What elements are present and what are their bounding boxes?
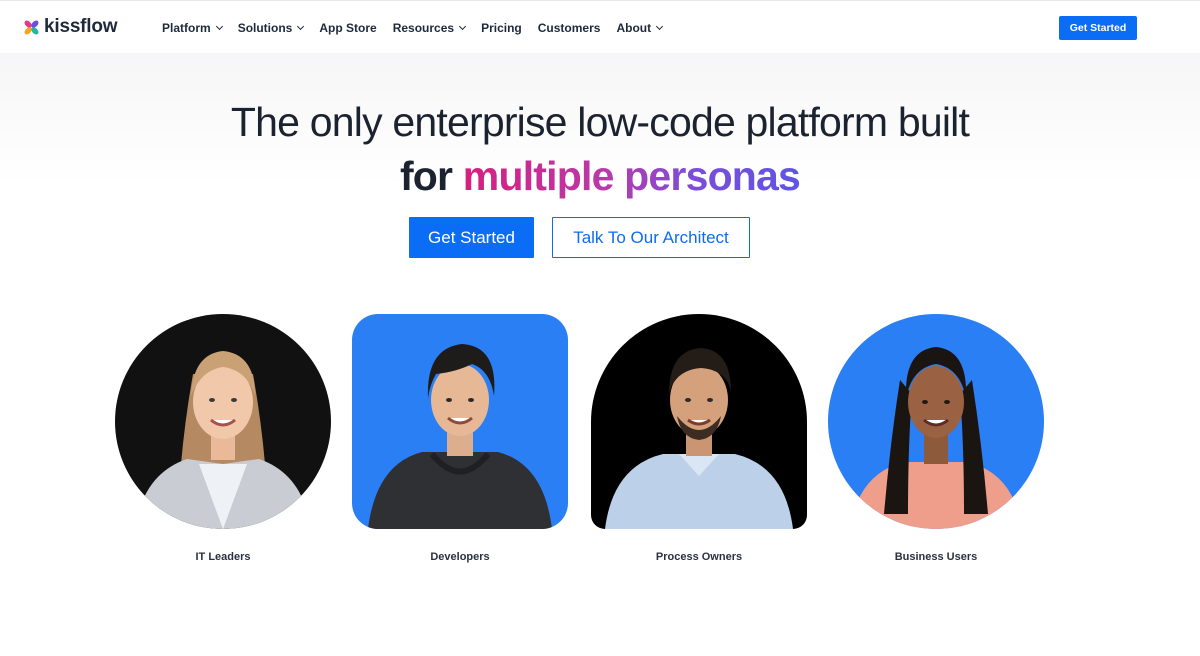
persona-label-developers: Developers — [430, 551, 490, 563]
kissflow-logo[interactable]: kissflow — [23, 16, 118, 37]
man-shirt-portrait-illustration — [605, 348, 793, 529]
nav-item-customers[interactable]: Customers — [538, 21, 601, 35]
woman-portrait-illustration — [135, 351, 311, 529]
main-nav: Platform Solutions App Store Resources P… — [162, 19, 678, 37]
nav-item-label: Pricing — [481, 21, 522, 35]
hero-headline-line-1: The only enterprise low-code platform bu… — [230, 99, 970, 145]
woman-braids-portrait-illustration — [850, 347, 1022, 529]
nav-item-about[interactable]: About — [616, 21, 664, 35]
persona-image-developers[interactable] — [352, 314, 568, 529]
nav-item-label: About — [616, 21, 652, 35]
nav-item-label: Customers — [537, 21, 601, 35]
top-navigation-bar: kissflow Platform Solutions App Store Re… — [0, 0, 1200, 53]
nav-item-label: Resources — [392, 21, 455, 35]
brand-name: kissflow — [44, 16, 118, 37]
nav-item-platform[interactable]: Platform — [162, 21, 223, 35]
talk-to-architect-button[interactable]: Talk To Our Architect — [552, 217, 750, 258]
chevron-down-icon — [459, 22, 467, 31]
persona-label-process-owners: Process Owners — [655, 551, 743, 563]
chevron-down-icon — [215, 22, 223, 31]
headline-highlight: multiple personas — [462, 153, 801, 199]
headline-prefix: for — [399, 153, 463, 199]
nav-item-pricing[interactable]: Pricing — [481, 21, 522, 35]
persona-image-it-leaders[interactable] — [115, 314, 331, 529]
chevron-down-icon — [656, 22, 664, 31]
kissflow-logo-icon — [24, 20, 39, 34]
nav-item-resources[interactable]: Resources — [392, 21, 467, 35]
hero-get-started-button[interactable]: Get Started — [409, 217, 534, 258]
nav-item-label: Solutions — [237, 21, 293, 35]
man-hoodie-portrait-illustration — [368, 344, 552, 529]
header-get-started-button[interactable]: Get Started — [1059, 16, 1137, 40]
nav-item-app-store[interactable]: App Store — [319, 21, 376, 35]
hero-headline-line-2: for multiple personas — [0, 150, 1200, 202]
persona-label-business-users: Business Users — [894, 551, 978, 563]
nav-item-solutions[interactable]: Solutions — [237, 21, 305, 35]
chevron-down-icon — [297, 22, 305, 31]
nav-item-label: App Store — [319, 21, 377, 35]
nav-item-label: Platform — [162, 21, 211, 35]
persona-label-it-leaders: IT Leaders — [195, 551, 251, 563]
persona-image-business-users[interactable] — [828, 314, 1044, 529]
persona-image-process-owners[interactable] — [591, 314, 807, 529]
